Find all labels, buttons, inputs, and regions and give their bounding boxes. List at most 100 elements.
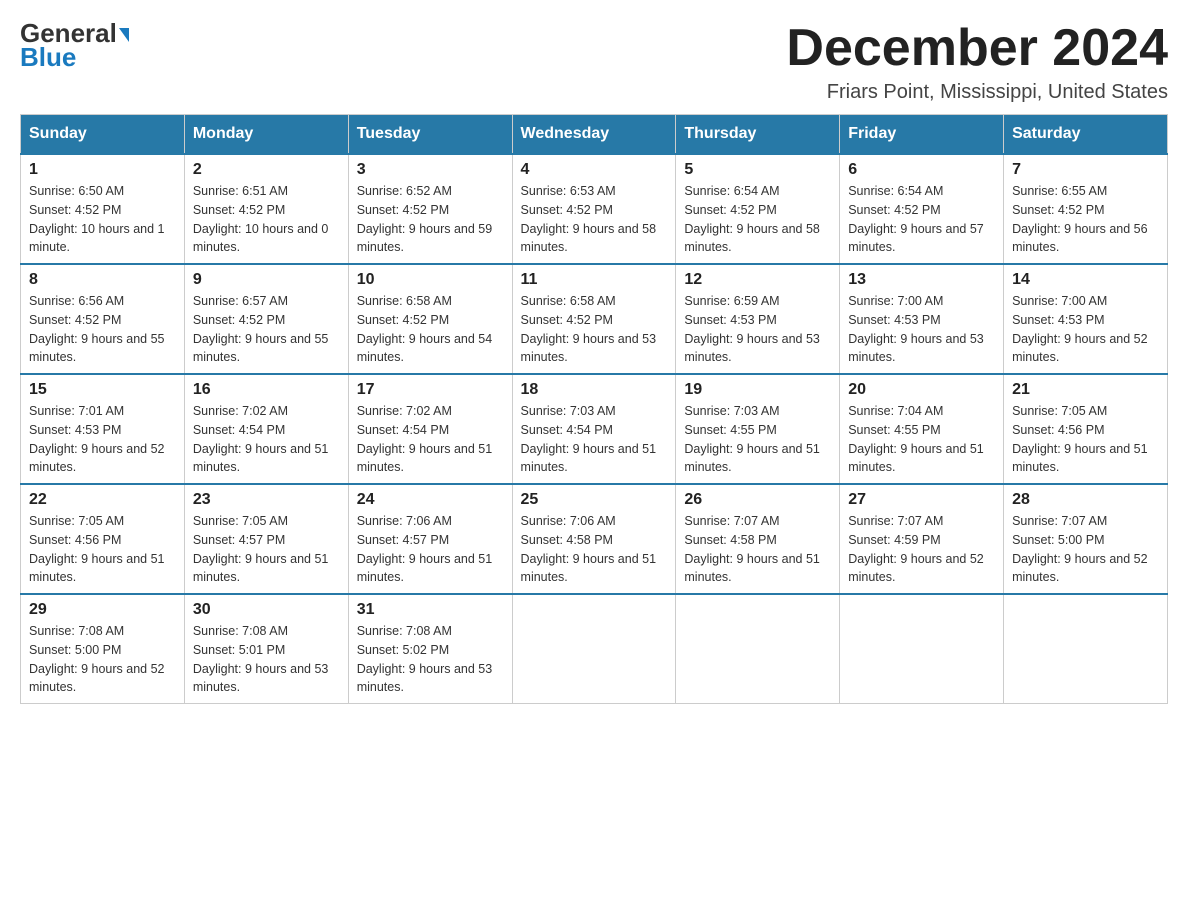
day-number: 3 bbox=[357, 161, 504, 179]
table-row: 25 Sunrise: 7:06 AM Sunset: 4:58 PM Dayl… bbox=[512, 484, 676, 594]
table-row: 7 Sunrise: 6:55 AM Sunset: 4:52 PM Dayli… bbox=[1004, 154, 1168, 264]
table-row: 13 Sunrise: 7:00 AM Sunset: 4:53 PM Dayl… bbox=[840, 264, 1004, 374]
day-number: 5 bbox=[684, 161, 831, 179]
table-row: 17 Sunrise: 7:02 AM Sunset: 4:54 PM Dayl… bbox=[348, 374, 512, 484]
day-info: Sunrise: 7:05 AM Sunset: 4:56 PM Dayligh… bbox=[1012, 402, 1159, 477]
day-number: 30 bbox=[193, 601, 340, 619]
table-row: 14 Sunrise: 7:00 AM Sunset: 4:53 PM Dayl… bbox=[1004, 264, 1168, 374]
day-number: 2 bbox=[193, 161, 340, 179]
table-row: 12 Sunrise: 6:59 AM Sunset: 4:53 PM Dayl… bbox=[676, 264, 840, 374]
day-info: Sunrise: 7:01 AM Sunset: 4:53 PM Dayligh… bbox=[29, 402, 176, 477]
table-row: 1 Sunrise: 6:50 AM Sunset: 4:52 PM Dayli… bbox=[21, 154, 185, 264]
day-info: Sunrise: 7:08 AM Sunset: 5:02 PM Dayligh… bbox=[357, 622, 504, 697]
day-info: Sunrise: 7:02 AM Sunset: 4:54 PM Dayligh… bbox=[193, 402, 340, 477]
calendar-week-row: 29 Sunrise: 7:08 AM Sunset: 5:00 PM Dayl… bbox=[21, 594, 1168, 704]
table-row: 20 Sunrise: 7:04 AM Sunset: 4:55 PM Dayl… bbox=[840, 374, 1004, 484]
day-number: 9 bbox=[193, 271, 340, 289]
table-row: 27 Sunrise: 7:07 AM Sunset: 4:59 PM Dayl… bbox=[840, 484, 1004, 594]
day-info: Sunrise: 7:00 AM Sunset: 4:53 PM Dayligh… bbox=[1012, 292, 1159, 367]
table-row: 2 Sunrise: 6:51 AM Sunset: 4:52 PM Dayli… bbox=[184, 154, 348, 264]
calendar-header-row: Sunday Monday Tuesday Wednesday Thursday… bbox=[21, 115, 1168, 155]
day-number: 28 bbox=[1012, 491, 1159, 509]
day-info: Sunrise: 7:00 AM Sunset: 4:53 PM Dayligh… bbox=[848, 292, 995, 367]
day-number: 31 bbox=[357, 601, 504, 619]
day-number: 10 bbox=[357, 271, 504, 289]
table-row: 23 Sunrise: 7:05 AM Sunset: 4:57 PM Dayl… bbox=[184, 484, 348, 594]
day-number: 8 bbox=[29, 271, 176, 289]
location: Friars Point, Mississippi, United States bbox=[786, 81, 1168, 104]
logo: General Blue bbox=[20, 20, 129, 73]
day-info: Sunrise: 6:55 AM Sunset: 4:52 PM Dayligh… bbox=[1012, 182, 1159, 257]
table-row: 19 Sunrise: 7:03 AM Sunset: 4:55 PM Dayl… bbox=[676, 374, 840, 484]
table-row: 9 Sunrise: 6:57 AM Sunset: 4:52 PM Dayli… bbox=[184, 264, 348, 374]
day-info: Sunrise: 6:59 AM Sunset: 4:53 PM Dayligh… bbox=[684, 292, 831, 367]
day-info: Sunrise: 6:54 AM Sunset: 4:52 PM Dayligh… bbox=[848, 182, 995, 257]
day-number: 7 bbox=[1012, 161, 1159, 179]
day-number: 23 bbox=[193, 491, 340, 509]
table-row bbox=[1004, 594, 1168, 704]
page-header: General Blue December 2024 Friars Point,… bbox=[20, 20, 1168, 104]
logo-line2: Blue bbox=[20, 42, 76, 73]
day-info: Sunrise: 6:53 AM Sunset: 4:52 PM Dayligh… bbox=[521, 182, 668, 257]
calendar-table: Sunday Monday Tuesday Wednesday Thursday… bbox=[20, 114, 1168, 704]
day-number: 21 bbox=[1012, 381, 1159, 399]
table-row: 10 Sunrise: 6:58 AM Sunset: 4:52 PM Dayl… bbox=[348, 264, 512, 374]
day-info: Sunrise: 6:52 AM Sunset: 4:52 PM Dayligh… bbox=[357, 182, 504, 257]
day-number: 18 bbox=[521, 381, 668, 399]
table-row: 21 Sunrise: 7:05 AM Sunset: 4:56 PM Dayl… bbox=[1004, 374, 1168, 484]
table-row: 24 Sunrise: 7:06 AM Sunset: 4:57 PM Dayl… bbox=[348, 484, 512, 594]
day-info: Sunrise: 6:58 AM Sunset: 4:52 PM Dayligh… bbox=[357, 292, 504, 367]
day-info: Sunrise: 6:58 AM Sunset: 4:52 PM Dayligh… bbox=[521, 292, 668, 367]
day-number: 6 bbox=[848, 161, 995, 179]
table-row: 22 Sunrise: 7:05 AM Sunset: 4:56 PM Dayl… bbox=[21, 484, 185, 594]
day-info: Sunrise: 7:05 AM Sunset: 4:57 PM Dayligh… bbox=[193, 512, 340, 587]
day-info: Sunrise: 6:57 AM Sunset: 4:52 PM Dayligh… bbox=[193, 292, 340, 367]
day-number: 1 bbox=[29, 161, 176, 179]
table-row: 30 Sunrise: 7:08 AM Sunset: 5:01 PM Dayl… bbox=[184, 594, 348, 704]
col-wednesday: Wednesday bbox=[512, 115, 676, 155]
table-row: 16 Sunrise: 7:02 AM Sunset: 4:54 PM Dayl… bbox=[184, 374, 348, 484]
day-number: 17 bbox=[357, 381, 504, 399]
table-row: 15 Sunrise: 7:01 AM Sunset: 4:53 PM Dayl… bbox=[21, 374, 185, 484]
day-number: 11 bbox=[521, 271, 668, 289]
table-row: 4 Sunrise: 6:53 AM Sunset: 4:52 PM Dayli… bbox=[512, 154, 676, 264]
table-row bbox=[676, 594, 840, 704]
day-number: 27 bbox=[848, 491, 995, 509]
day-info: Sunrise: 6:54 AM Sunset: 4:52 PM Dayligh… bbox=[684, 182, 831, 257]
month-title: December 2024 bbox=[786, 20, 1168, 77]
day-info: Sunrise: 7:07 AM Sunset: 4:59 PM Dayligh… bbox=[848, 512, 995, 587]
day-number: 29 bbox=[29, 601, 176, 619]
table-row: 11 Sunrise: 6:58 AM Sunset: 4:52 PM Dayl… bbox=[512, 264, 676, 374]
table-row: 29 Sunrise: 7:08 AM Sunset: 5:00 PM Dayl… bbox=[21, 594, 185, 704]
day-number: 12 bbox=[684, 271, 831, 289]
title-section: December 2024 Friars Point, Mississippi,… bbox=[786, 20, 1168, 104]
table-row: 3 Sunrise: 6:52 AM Sunset: 4:52 PM Dayli… bbox=[348, 154, 512, 264]
day-number: 4 bbox=[521, 161, 668, 179]
col-monday: Monday bbox=[184, 115, 348, 155]
calendar-week-row: 1 Sunrise: 6:50 AM Sunset: 4:52 PM Dayli… bbox=[21, 154, 1168, 264]
calendar-week-row: 22 Sunrise: 7:05 AM Sunset: 4:56 PM Dayl… bbox=[21, 484, 1168, 594]
day-info: Sunrise: 7:03 AM Sunset: 4:55 PM Dayligh… bbox=[684, 402, 831, 477]
day-info: Sunrise: 7:07 AM Sunset: 4:58 PM Dayligh… bbox=[684, 512, 831, 587]
day-number: 14 bbox=[1012, 271, 1159, 289]
day-info: Sunrise: 7:08 AM Sunset: 5:00 PM Dayligh… bbox=[29, 622, 176, 697]
day-number: 26 bbox=[684, 491, 831, 509]
day-info: Sunrise: 7:05 AM Sunset: 4:56 PM Dayligh… bbox=[29, 512, 176, 587]
col-tuesday: Tuesday bbox=[348, 115, 512, 155]
calendar-week-row: 8 Sunrise: 6:56 AM Sunset: 4:52 PM Dayli… bbox=[21, 264, 1168, 374]
table-row bbox=[512, 594, 676, 704]
day-number: 15 bbox=[29, 381, 176, 399]
day-info: Sunrise: 7:03 AM Sunset: 4:54 PM Dayligh… bbox=[521, 402, 668, 477]
day-number: 24 bbox=[357, 491, 504, 509]
day-info: Sunrise: 7:04 AM Sunset: 4:55 PM Dayligh… bbox=[848, 402, 995, 477]
col-thursday: Thursday bbox=[676, 115, 840, 155]
table-row: 28 Sunrise: 7:07 AM Sunset: 5:00 PM Dayl… bbox=[1004, 484, 1168, 594]
table-row: 31 Sunrise: 7:08 AM Sunset: 5:02 PM Dayl… bbox=[348, 594, 512, 704]
day-info: Sunrise: 7:06 AM Sunset: 4:58 PM Dayligh… bbox=[521, 512, 668, 587]
day-number: 22 bbox=[29, 491, 176, 509]
day-info: Sunrise: 7:08 AM Sunset: 5:01 PM Dayligh… bbox=[193, 622, 340, 697]
day-number: 19 bbox=[684, 381, 831, 399]
table-row: 6 Sunrise: 6:54 AM Sunset: 4:52 PM Dayli… bbox=[840, 154, 1004, 264]
table-row: 18 Sunrise: 7:03 AM Sunset: 4:54 PM Dayl… bbox=[512, 374, 676, 484]
col-friday: Friday bbox=[840, 115, 1004, 155]
